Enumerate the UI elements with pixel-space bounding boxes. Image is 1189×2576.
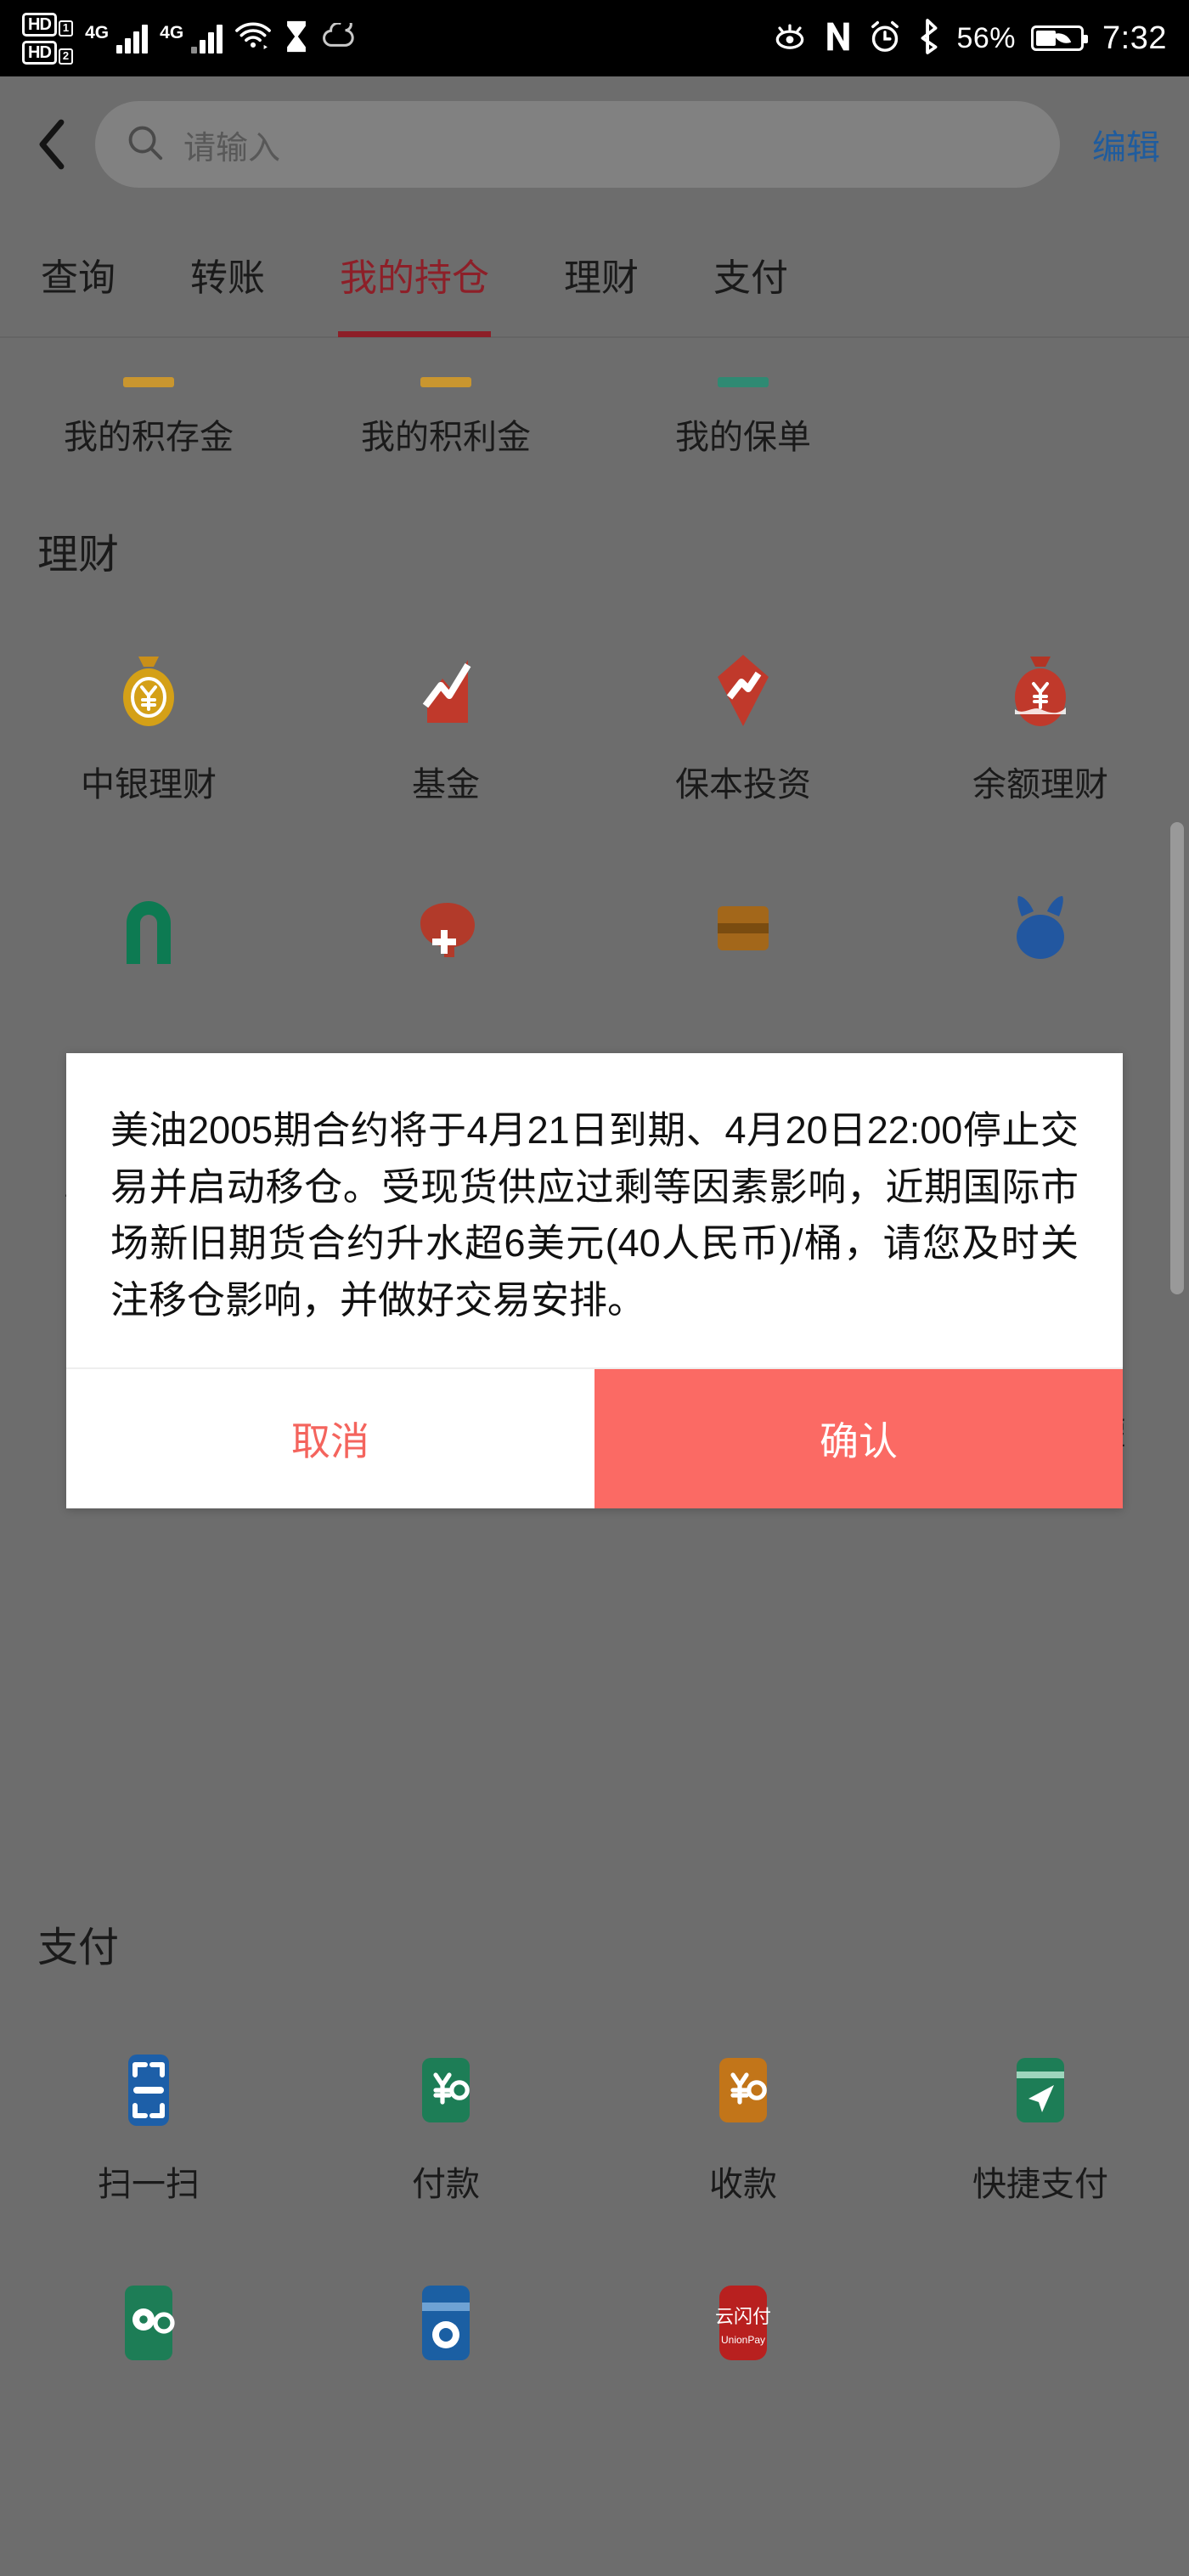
grid-item-label: 快捷支付	[972, 2166, 1108, 2203]
dialog-message: 美油2005期合约将于4月21日到期、4月20日22:00停止交易并启动移仓。受…	[110, 1108, 1079, 1322]
policy-icon	[699, 362, 787, 387]
cancel-button[interactable]: 取消	[66, 1369, 594, 1509]
grid-item-label: 扫一扫	[98, 2166, 200, 2203]
gold-deposit-icon	[104, 362, 193, 387]
grid-item-label: 基金	[412, 766, 480, 803]
grid-item-pay[interactable]: 付款	[297, 2046, 594, 2206]
tab-wealth[interactable]: 理财	[527, 211, 676, 337]
pay-wallet-icon	[402, 2046, 490, 2134]
settings-wallet-icon	[104, 2279, 193, 2367]
green-arch-icon	[104, 879, 193, 967]
grid-item-empty-last	[892, 2279, 1189, 2389]
eye-icon	[771, 22, 809, 55]
search-input[interactable]: 请输入	[95, 101, 1060, 188]
section-title-wealth: 理财	[37, 533, 120, 578]
grid-item-scan[interactable]: 扫一扫	[0, 2046, 297, 2206]
content-scrollbar[interactable]	[1170, 822, 1184, 1294]
holdings-partial-row: 我的积存金 我的积利金 我的保单	[0, 362, 1189, 459]
fund-chart-icon	[402, 646, 490, 735]
payment-row-1: 扫一扫 付款 收款 快捷支付	[0, 2046, 1189, 2206]
red-piggy-icon	[402, 879, 490, 967]
wealth-row-1: 中银理财 基金 保本投资 余额理财	[0, 646, 1189, 806]
nfc-icon	[824, 20, 853, 58]
grid-item-unionpay-quickpass[interactable]: 云闪付 UnionPay	[594, 2279, 892, 2389]
grid-item-label: 余额理财	[972, 766, 1108, 803]
status-bar-left: HD 1 HD 2 4G 4G	[22, 12, 357, 65]
blue-robot-icon	[996, 879, 1085, 967]
grid-item-blue-robot[interactable]	[892, 879, 1189, 989]
top-nav-bar: 请输入 编辑	[0, 76, 1189, 212]
receive-wallet-icon	[699, 2046, 787, 2134]
status-bar: HD 1 HD 2 4G 4G 56% 7:32	[0, 0, 1189, 76]
bank-card-icon	[402, 2279, 490, 2367]
hourglass-icon	[284, 20, 309, 58]
dialog-actions: 取消 确认	[66, 1367, 1123, 1509]
bluetooth-icon	[917, 18, 941, 59]
shield-invest-icon	[699, 646, 787, 735]
grid-item-receive[interactable]: 收款	[594, 2046, 892, 2206]
section-title-payment: 支付	[37, 1925, 120, 1970]
grid-item-label: 我的保单	[675, 419, 811, 456]
grid-item-gold-interest[interactable]: 我的积利金	[297, 362, 594, 459]
grid-item-label: 我的积利金	[361, 419, 531, 456]
status-bar-right: 56% 7:32	[771, 18, 1167, 59]
grid-item-label: 我的积存金	[64, 419, 234, 456]
grid-item-settings-wallet[interactable]	[0, 2279, 297, 2389]
status-bar-clock: 7:32	[1102, 20, 1167, 56]
tab-query[interactable]: 查询	[0, 211, 153, 337]
grid-item-boc-wealth[interactable]: 中银理财	[0, 646, 297, 806]
battery-percent-label: 56%	[956, 21, 1017, 54]
grid-item-label: 保本投资	[675, 766, 811, 803]
svg-text:云闪付: 云闪付	[715, 2307, 771, 2328]
search-icon	[126, 123, 165, 166]
brown-card-icon	[699, 879, 787, 967]
balance-money-bag-icon	[996, 646, 1085, 735]
grid-item-label: 收款	[709, 2166, 777, 2203]
grid-item-principal-protected[interactable]: 保本投资	[594, 646, 892, 806]
tab-transfer[interactable]: 转账	[153, 211, 302, 337]
grid-item-bank-card[interactable]	[297, 2279, 594, 2389]
search-placeholder: 请输入	[183, 130, 281, 166]
hd-sim2-icon: HD 2	[22, 40, 74, 65]
grid-item-label: 付款	[412, 2166, 480, 2203]
signal-sim1-icon: 4G	[85, 23, 149, 54]
wealth-row-2	[0, 879, 1189, 989]
confirm-button[interactable]: 确认	[594, 1369, 1123, 1509]
tab-bar: 查询 转账 我的持仓 理财 支付	[0, 212, 1189, 338]
wifi-icon	[234, 21, 272, 56]
grid-item-policy[interactable]: 我的保单	[594, 362, 892, 459]
money-bag-icon	[104, 646, 193, 735]
grid-item-green-arch[interactable]	[0, 879, 297, 989]
volte-hd-indicators: HD 1 HD 2	[22, 12, 74, 65]
back-chevron-icon[interactable]	[29, 119, 76, 170]
grid-item-brown-card[interactable]	[594, 879, 892, 989]
edit-button[interactable]: 编辑	[1092, 120, 1160, 169]
tab-my-holdings[interactable]: 我的持仓	[302, 211, 527, 337]
tab-payment[interactable]: 支付	[676, 211, 826, 337]
grid-item-gold-deposit[interactable]: 我的积存金	[0, 362, 297, 459]
battery-saver-icon	[1031, 25, 1089, 51]
grid-item-empty	[892, 362, 1189, 459]
grid-item-label: 中银理财	[81, 766, 217, 803]
grid-item-fund[interactable]: 基金	[297, 646, 594, 806]
notice-dialog: 美油2005期合约将于4月21日到期、4月20日22:00停止交易并启动移仓。受…	[66, 1053, 1123, 1509]
quick-pay-icon	[996, 2046, 1085, 2134]
grid-item-balance-wealth[interactable]: 余额理财	[892, 646, 1189, 806]
alarm-clock-icon	[868, 20, 902, 58]
signal-sim2-icon: 4G	[160, 23, 223, 54]
svg-text:UnionPay: UnionPay	[721, 2334, 765, 2346]
hd-sim1-icon: HD 1	[22, 12, 74, 37]
payment-row-2: 云闪付 UnionPay	[0, 2279, 1189, 2389]
section-payment: 支付 扫一扫 付款 收款 快捷支付 云闪付 UnionPay	[0, 1914, 1189, 2389]
grid-item-red-piggy[interactable]	[297, 879, 594, 989]
unionpay-cloud-quickpass-icon: 云闪付 UnionPay	[699, 2279, 787, 2367]
scan-qr-icon	[104, 2046, 193, 2134]
app-screen: HD 1 HD 2 4G 4G 56% 7:32 请输入 编辑 查询 转账 我的…	[0, 0, 1189, 2576]
grid-item-quick-pay[interactable]: 快捷支付	[892, 2046, 1189, 2206]
cloud-icon	[321, 17, 357, 54]
gold-interest-icon	[402, 362, 490, 387]
